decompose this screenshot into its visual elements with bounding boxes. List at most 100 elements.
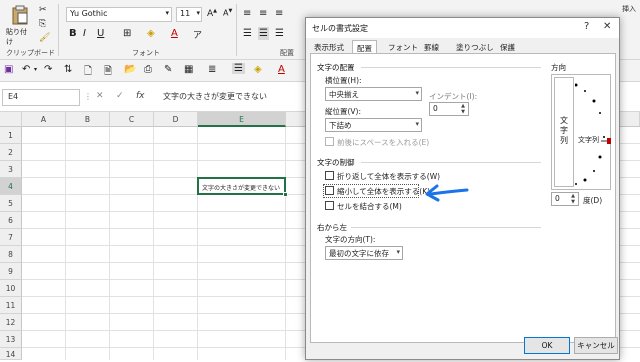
text-direction-select[interactable]: 最初の文字に依存 ▾ <box>325 246 403 260</box>
spelling-icon[interactable]: ✎ <box>164 64 172 75</box>
divider <box>361 162 541 163</box>
row-header-3[interactable]: 3 <box>0 161 22 178</box>
divider <box>58 4 59 56</box>
row-header-1[interactable]: 1 <box>0 127 22 144</box>
vertical-select[interactable]: 下詰め ▾ <box>325 118 422 132</box>
align-top-icon[interactable]: ≡ <box>242 7 252 20</box>
options-dots-icon[interactable]: ⋮ <box>84 92 92 101</box>
text-direction-label: 文字の方向(T): <box>325 235 376 244</box>
indent-value: 0 <box>433 104 438 113</box>
row-header-12[interactable]: 12 <box>0 314 22 331</box>
print-preview-icon[interactable]: 🗋 <box>84 64 92 81</box>
align-middle-icon[interactable]: ≡ <box>258 7 268 20</box>
font-group-label: フォント <box>132 49 160 57</box>
help-button[interactable]: ? <box>584 21 589 32</box>
row-header-11[interactable]: 11 <box>0 297 22 314</box>
gridline <box>65 127 66 360</box>
row-header-7[interactable]: 7 <box>0 229 22 246</box>
column-header-a[interactable]: A <box>22 112 66 127</box>
font-name-value: Yu Gothic <box>70 9 108 18</box>
row-header-10[interactable]: 10 <box>0 280 22 297</box>
underline-icon[interactable]: U <box>96 27 105 40</box>
chevron-down-icon[interactable]: ▾ <box>34 66 37 73</box>
font-color-icon[interactable]: A <box>170 27 179 40</box>
align-center-qat-icon[interactable]: ☰ <box>232 63 245 74</box>
row-header-6[interactable]: 6 <box>0 212 22 229</box>
name-box[interactable]: E4 <box>2 89 80 106</box>
sheet-icon[interactable]: ▦ <box>184 64 193 75</box>
vertical-text-button[interactable]: 文字列 <box>554 77 574 187</box>
insert-button[interactable]: 挿入 <box>622 4 640 18</box>
italic-icon[interactable]: I <box>82 27 87 40</box>
fill-color-icon[interactable]: ◈ <box>146 27 156 40</box>
chevron-down-icon: ▾ <box>396 248 400 256</box>
orientation-dial[interactable] <box>575 77 611 187</box>
row-header-2[interactable]: 2 <box>0 144 22 161</box>
ok-button[interactable]: OK <box>524 337 570 354</box>
new-file-icon[interactable]: 🗎 <box>104 64 112 81</box>
format-painter-icon[interactable]: 🖌 <box>38 32 51 44</box>
save-icon[interactable]: ▣ <box>4 64 13 75</box>
row-header-14[interactable]: 14 <box>0 348 22 360</box>
row-header-4[interactable]: 4 <box>0 178 22 195</box>
tab-protection[interactable]: 保護 <box>496 40 519 54</box>
open-icon[interactable]: 📂 <box>124 64 136 75</box>
select-all-corner[interactable] <box>0 112 22 127</box>
fill-color-qat-icon[interactable]: ◈ <box>254 64 262 75</box>
indent-spinner[interactable]: 0 ▲ ▼ <box>429 102 469 116</box>
row-header-8[interactable]: 8 <box>0 246 22 263</box>
align-bottom-icon[interactable]: ≡ <box>274 7 284 20</box>
shrink-to-fit-checkbox[interactable] <box>325 186 334 195</box>
dialog-title-bar: セルの書式設定 <box>306 18 619 38</box>
vertical-value: 下詰め <box>329 121 352 130</box>
spin-arrows-icon[interactable]: ▲ ▼ <box>459 103 467 115</box>
degree-spinner[interactable]: 0 ▲ ▼ <box>551 192 579 206</box>
row-header-9[interactable]: 9 <box>0 263 22 280</box>
row-header-5[interactable]: 5 <box>0 195 22 212</box>
merge-cells-checkbox[interactable] <box>325 201 334 210</box>
tab-border[interactable]: 罫線 <box>420 40 443 54</box>
quick-print-icon[interactable]: ⎙ <box>144 64 152 75</box>
redo-icon[interactable]: ↷ <box>44 64 52 75</box>
column-header-b[interactable]: B <box>66 112 110 127</box>
align-center-icon[interactable]: ☰ <box>258 27 269 40</box>
paste-button[interactable]: 貼り付け <box>4 4 34 46</box>
fill-handle[interactable] <box>283 192 288 197</box>
cancel-button[interactable]: キャンセル <box>574 337 618 354</box>
enter-entry-icon[interactable]: ✓ <box>116 91 124 101</box>
column-header-d[interactable]: D <box>154 112 198 127</box>
tab-font[interactable]: フォント <box>384 40 422 54</box>
tab-alignment[interactable]: 配置 <box>352 40 377 54</box>
insert-function-icon[interactable]: fx <box>136 91 145 101</box>
phonetic-icon[interactable]: ア <box>192 27 203 42</box>
borders-icon[interactable]: ⊞ <box>122 27 132 40</box>
undo-icon[interactable]: ↶ <box>22 64 30 75</box>
align-justify-icon[interactable]: ≣ <box>208 64 216 75</box>
font-color-qat-icon[interactable]: A <box>278 64 285 75</box>
cancel-entry-icon[interactable]: ✕ <box>96 91 104 101</box>
selected-cell-e4[interactable]: 文字の大きさが変更できない <box>197 177 286 195</box>
bold-icon[interactable]: B <box>68 27 78 40</box>
font-size-select[interactable]: 11 ▾ <box>176 7 202 22</box>
align-left-icon[interactable]: ☰ <box>242 27 253 40</box>
chevron-down-icon: ▾ <box>415 89 419 97</box>
column-header-e[interactable]: E <box>198 112 286 127</box>
spin-arrows-icon[interactable]: ▲ ▼ <box>569 193 577 205</box>
tab-number[interactable]: 表示形式 <box>310 40 348 54</box>
row-header-13[interactable]: 13 <box>0 331 22 348</box>
tab-fill[interactable]: 塗りつぶし <box>452 40 498 54</box>
decrease-font-icon[interactable]: A▼ <box>222 7 233 19</box>
chevron-down-icon: ▾ <box>415 120 419 128</box>
horizontal-select[interactable]: 中央揃え ▾ <box>325 87 422 101</box>
align-right-icon[interactable]: ☰ <box>274 27 285 40</box>
increase-font-icon[interactable]: A▲ <box>206 7 218 20</box>
copy-icon[interactable]: ⎘ <box>38 18 47 30</box>
sort-icon[interactable]: ⇅ <box>64 64 72 75</box>
wrap-text-checkbox[interactable] <box>325 171 334 180</box>
cut-icon[interactable]: ✂ <box>38 4 48 16</box>
close-button[interactable]: ✕ <box>603 21 611 32</box>
column-header-c[interactable]: C <box>110 112 154 127</box>
distributed-checkbox[interactable] <box>325 137 334 146</box>
font-name-select[interactable]: Yu Gothic ▾ <box>66 7 172 22</box>
chevron-down-icon: ▾ <box>196 9 200 17</box>
